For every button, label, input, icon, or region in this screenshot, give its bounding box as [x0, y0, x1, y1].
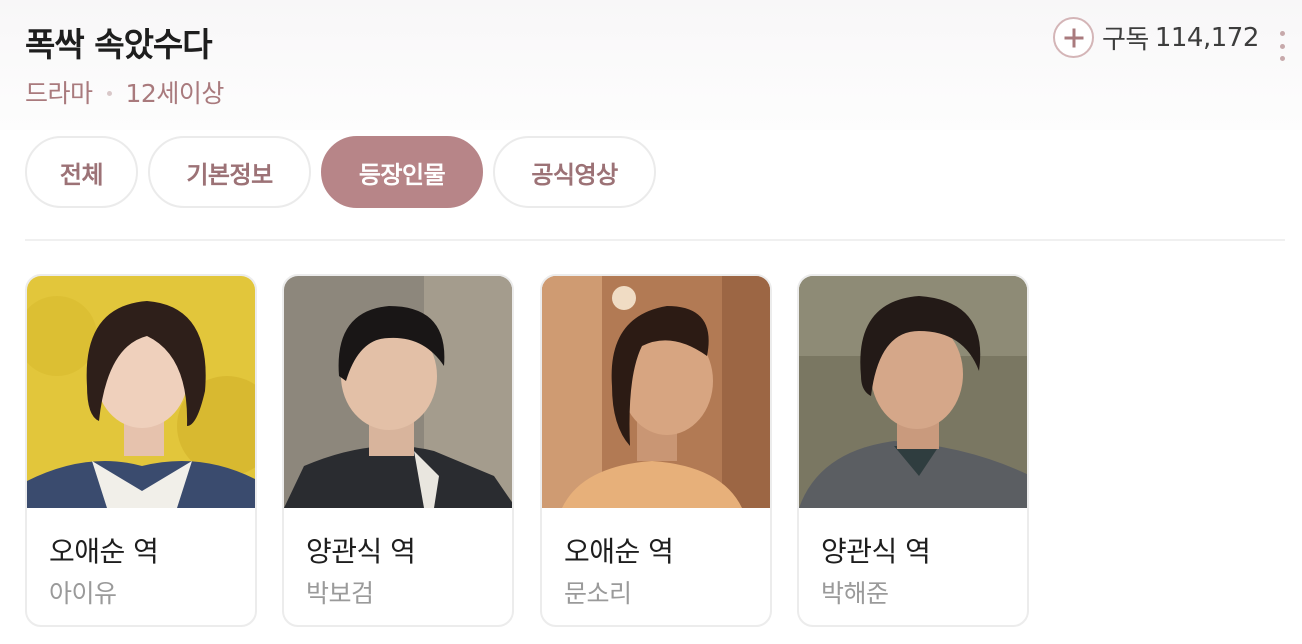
cast-photo — [284, 276, 512, 508]
cast-role: 오애순 역 — [564, 535, 674, 568]
cast-photo — [799, 276, 1027, 508]
cast-role: 양관식 역 — [306, 535, 416, 568]
divider — [25, 239, 1285, 241]
meta-info: 드라마 12세이상 — [25, 74, 224, 110]
genre-label: 드라마 — [25, 79, 93, 108]
cast-actor: 아이유 — [49, 579, 117, 608]
tab-label: 등장인물 — [358, 160, 446, 189]
separator-dot — [106, 90, 112, 96]
tab-characters[interactable]: 등장인물 — [321, 136, 483, 208]
drama-info-page: 폭싹 속았수다 드라마 12세이상 구독 114,172 전체 기본정보 등장인… — [0, 0, 1302, 644]
tab-official-videos[interactable]: 공식영상 — [493, 136, 656, 208]
cast-card[interactable]: 양관식 역 박해준 — [797, 274, 1029, 627]
tab-label: 전체 — [59, 160, 104, 189]
cast-photo — [542, 276, 770, 508]
tab-label: 기본정보 — [186, 160, 273, 189]
plus-icon — [1053, 17, 1094, 58]
cast-actor: 박보검 — [306, 579, 374, 608]
tab-all[interactable]: 전체 — [25, 136, 138, 208]
tab-basic-info[interactable]: 기본정보 — [148, 136, 311, 208]
tab-label: 공식영상 — [531, 160, 618, 189]
cast-card[interactable]: 오애순 역 문소리 — [540, 274, 772, 627]
cast-photo — [27, 276, 255, 508]
cast-actor: 문소리 — [564, 579, 632, 608]
cast-role: 오애순 역 — [49, 535, 159, 568]
tab-bar: 전체 기본정보 등장인물 공식영상 — [25, 136, 656, 208]
cast-card[interactable]: 오애순 역 아이유 — [25, 274, 257, 627]
page-title: 폭싹 속았수다 — [25, 25, 213, 64]
more-options-icon[interactable] — [1277, 31, 1287, 61]
subscriber-count: 114,172 — [1154, 22, 1260, 53]
subscribe-label: 구독 — [1102, 25, 1149, 55]
cast-actor: 박해준 — [821, 579, 889, 608]
age-rating-label: 12세이상 — [125, 79, 225, 108]
cast-role: 양관식 역 — [821, 535, 931, 568]
subscribe-button[interactable]: 구독 114,172 — [1053, 17, 1259, 58]
cast-card[interactable]: 양관식 역 박보검 — [282, 274, 514, 627]
